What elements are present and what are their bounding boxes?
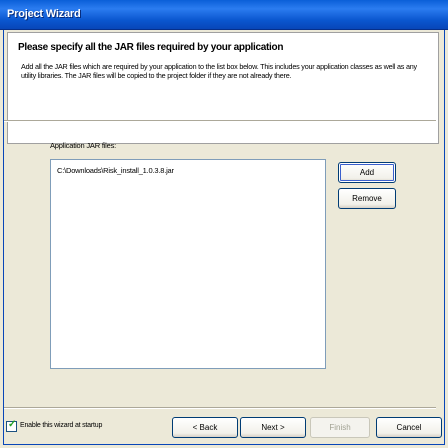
cancel-button[interactable]: Cancel (376, 417, 442, 438)
window-title: Project Wizard (7, 8, 81, 20)
startup-checkbox[interactable]: ✓ (6, 419, 17, 432)
checkmark-icon: ✓ (8, 419, 17, 430)
page-heading: Please specify all the JAR files require… (18, 42, 284, 53)
remove-button[interactable]: Remove (338, 188, 396, 209)
jar-files-label: Application JAR files: (50, 141, 117, 150)
title-bar[interactable]: Project Wizard (0, 0, 448, 30)
footer-separator (4, 407, 436, 409)
next-button[interactable]: Next > (240, 417, 306, 438)
back-button[interactable]: < Back (172, 417, 238, 438)
finish-button[interactable]: Finish (310, 417, 370, 438)
startup-checkbox-label[interactable]: Enable this wizard at startup (20, 422, 102, 429)
jar-files-listbox[interactable]: C:\Downloads\Risk_install_1.0.3.8.jar (50, 159, 326, 369)
header-separator (4, 120, 436, 122)
page-description: Add all the JAR files which are required… (21, 62, 417, 80)
wizard-header-panel: Please specify all the JAR files require… (7, 32, 439, 144)
add-button[interactable]: Add (338, 162, 396, 183)
list-item[interactable]: C:\Downloads\Risk_install_1.0.3.8.jar (57, 166, 174, 175)
